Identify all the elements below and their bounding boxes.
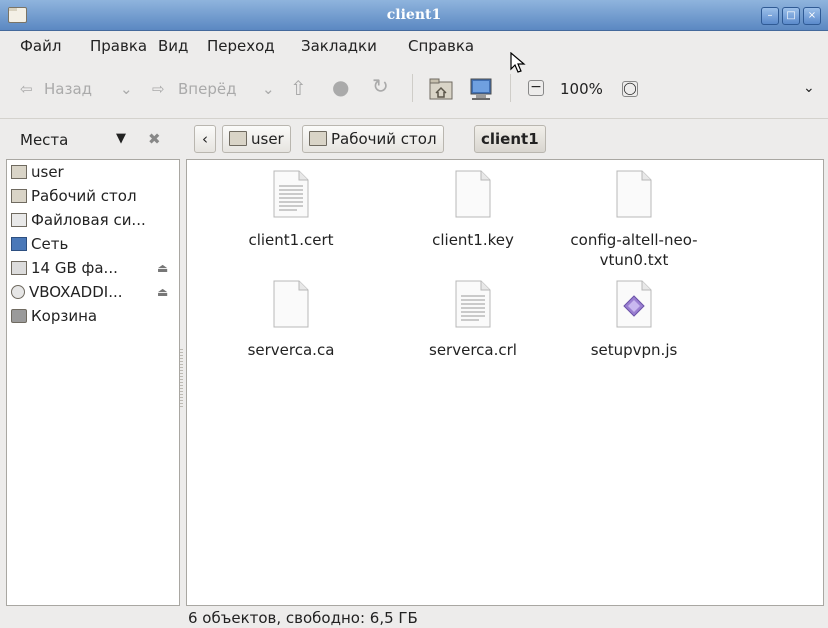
text-file-icon (455, 280, 491, 328)
breadcrumb-desktop[interactable]: Рабочий стол (302, 125, 444, 153)
forward-button[interactable]: Вперёд (178, 80, 236, 98)
menu-bar: Файл Правка Вид Переход Закладки Справка (0, 31, 828, 60)
home-icon[interactable] (428, 76, 454, 102)
file-item[interactable]: serverca.crl (383, 280, 563, 360)
status-bar: 6 объектов, свободно: 6,5 ГБ (188, 609, 418, 627)
pane-splitter[interactable] (179, 159, 185, 604)
file-name: setupvpn.js (590, 341, 678, 359)
drive-icon (11, 260, 27, 275)
file-item[interactable]: client1.key (383, 170, 563, 250)
back-arrow-icon: ⇦ (20, 80, 33, 98)
breadcrumb-back-button[interactable]: ‹ (194, 125, 216, 153)
window-title: client1 (386, 7, 442, 23)
file-item[interactable]: setupvpn.js (549, 280, 719, 360)
blank-file-icon (273, 280, 309, 328)
sidebar-item-label: Сеть (31, 235, 69, 253)
file-name: serverca.ca (247, 341, 335, 359)
eject-icon[interactable]: ⏏ (157, 285, 168, 299)
splitter-grip (180, 349, 183, 409)
home-folder-icon (11, 164, 27, 179)
up-icon[interactable]: ⇧ (290, 76, 307, 100)
filesystem-icon (11, 212, 27, 227)
location-bar: Места ▼ ✖ ‹ user Рабочий стол client1 (0, 119, 828, 159)
breadcrumb-label: Рабочий стол (331, 130, 437, 148)
blank-file-icon (455, 170, 491, 218)
file-name: client1.key (432, 231, 514, 249)
desktop-folder-icon (11, 188, 27, 203)
file-view[interactable]: client1.cert client1.key config-altell-n… (186, 159, 824, 606)
chevron-down-icon[interactable]: ▼ (116, 131, 126, 146)
sidebar-item-label: 14 GB фа... (31, 259, 118, 277)
trash-icon (11, 308, 27, 323)
network-icon (11, 236, 27, 251)
sidebar-item-cdrom[interactable]: VBOXADDI... (11, 283, 123, 301)
sidebar-item-label: VBOXADDI... (29, 283, 123, 301)
text-file-icon (273, 170, 309, 218)
sidebar-item-drive[interactable]: 14 GB фа... (11, 259, 118, 277)
toolbar-separator (412, 74, 413, 102)
computer-icon[interactable] (468, 76, 494, 102)
breadcrumb-client1[interactable]: client1 (474, 125, 546, 153)
sidebar-item-desktop[interactable]: Рабочий стол (11, 187, 137, 205)
sidebar-item-trash[interactable]: Корзина (11, 307, 97, 325)
desktop-folder-icon (309, 131, 327, 146)
menu-edit[interactable]: Правка (90, 37, 147, 55)
menu-bookmarks[interactable]: Закладки (301, 37, 377, 55)
file-item[interactable]: config-altell-neo-vtun0.txt (549, 170, 719, 270)
back-dropdown-icon[interactable]: ⌄ (120, 80, 133, 98)
zoom-out-icon[interactable]: − (528, 80, 544, 96)
mouse-pointer-icon (510, 52, 526, 73)
forward-arrow-icon: ⇨ (152, 80, 165, 98)
home-folder-icon (229, 131, 247, 146)
places-selector[interactable]: Места (20, 131, 68, 149)
sidebar-item-label: Файловая си... (31, 211, 146, 229)
menu-view[interactable]: Вид (158, 37, 188, 55)
menu-go[interactable]: Переход (207, 37, 275, 55)
sidebar-item-label: Корзина (31, 307, 98, 325)
eject-icon[interactable]: ⏏ (157, 261, 168, 275)
toolbar-separator (510, 74, 511, 102)
menu-file[interactable]: Файл (20, 37, 61, 55)
zoom-level[interactable]: 100% (560, 80, 603, 98)
sidebar-item-label: Рабочий стол (31, 187, 137, 205)
cdrom-icon (11, 284, 25, 299)
title-bar[interactable]: client1 – □ × (0, 0, 828, 31)
sidebar-item-network[interactable]: Сеть (11, 235, 68, 253)
blank-file-icon (616, 170, 652, 218)
forward-dropdown-icon[interactable]: ⌄ (262, 80, 275, 98)
file-name: serverca.crl (429, 341, 517, 359)
zoom-reset-icon[interactable]: ◯ (622, 81, 638, 97)
back-button[interactable]: Назад (44, 80, 92, 98)
reload-icon[interactable]: ↻ (372, 74, 389, 98)
close-button[interactable]: × (803, 7, 821, 25)
script-file-icon (616, 280, 652, 328)
breadcrumb-label: user (251, 130, 284, 148)
file-item[interactable]: client1.cert (201, 170, 381, 250)
menu-help[interactable]: Справка (408, 37, 474, 55)
maximize-button[interactable]: □ (782, 7, 800, 25)
file-name: client1.cert (248, 231, 334, 249)
sidebar-item-label: user (31, 163, 64, 181)
close-sidebar-icon[interactable]: ✖ (148, 130, 161, 148)
file-name: config-altell-neo-vtun0.txt (570, 231, 698, 269)
stop-icon[interactable]: ● (332, 75, 349, 99)
places-sidebar: user Рабочий стол Файловая си... Сеть 14… (6, 159, 180, 606)
sidebar-item-filesystem[interactable]: Файловая си... (11, 211, 146, 229)
sidebar-item-user[interactable]: user (11, 163, 64, 181)
breadcrumb-user[interactable]: user (222, 125, 291, 153)
toolbar: ⇦ Назад ⌄ ⇨ Вперёд ⌄ ⇧ ● ↻ − 100% ◯ ⌄ (0, 62, 828, 119)
file-item[interactable]: serverca.ca (201, 280, 381, 360)
minimize-button[interactable]: – (761, 7, 779, 25)
toolbar-overflow-chevron-icon[interactable]: ⌄ (803, 80, 815, 96)
